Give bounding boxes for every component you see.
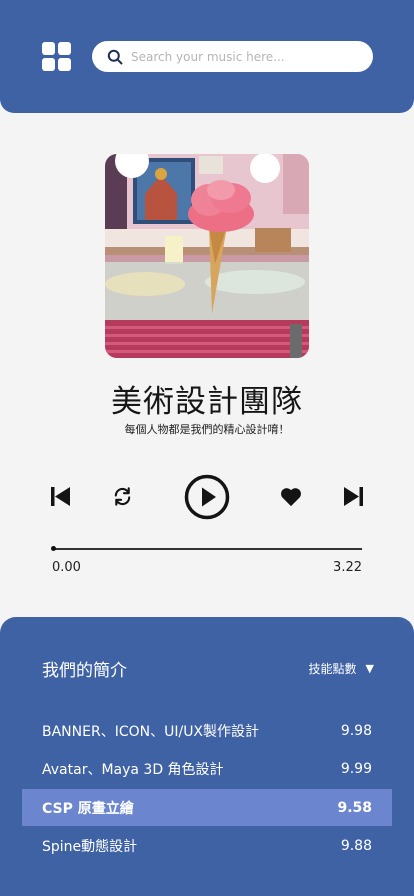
skip-next-icon[interactable]	[343, 487, 363, 506]
progress-handle[interactable]	[51, 546, 56, 551]
progress-bar[interactable]	[53, 548, 362, 550]
skill-score: 9.99	[340, 760, 372, 777]
skill-name: BANNER、ICON、UI/UX製作設計	[42, 723, 260, 740]
play-icon[interactable]	[184, 474, 230, 520]
skill-score: 9.58	[337, 799, 372, 816]
skill-row[interactable]: Spine動態設計 9.88	[22, 827, 392, 864]
current-time: 0.00	[52, 560, 81, 575]
skill-row[interactable]: BANNER、ICON、UI/UX製作設計 9.98	[22, 712, 392, 749]
skill-score: 9.88	[340, 837, 372, 854]
search-bar[interactable]	[92, 41, 373, 72]
skill-row[interactable]: Avatar、Maya 3D 角色設計 9.99	[22, 750, 392, 787]
album-subtitle: 每個人物都是我們的精心設計唷！	[124, 423, 290, 436]
skill-name: Avatar、Maya 3D 角色設計	[42, 761, 224, 778]
search-icon[interactable]	[107, 49, 123, 65]
album-title: 美術設計團隊	[111, 384, 303, 420]
intro-title: 我們的簡介	[42, 661, 127, 681]
heart-icon[interactable]	[280, 487, 302, 507]
skill-row-selected[interactable]: CSP 原畫立繪 9.58	[22, 789, 392, 826]
grid-menu-icon[interactable]	[42, 42, 71, 71]
caret-down-icon: ▼	[365, 662, 374, 675]
skill-name: CSP 原畫立繪	[42, 800, 134, 817]
skill-score: 9.98	[340, 722, 372, 739]
search-input[interactable]	[131, 49, 351, 64]
skill-name: Spine動態設計	[42, 838, 138, 855]
total-time: 3.22	[333, 560, 362, 575]
top-header	[0, 0, 414, 113]
repeat-icon[interactable]	[111, 485, 134, 508]
sort-label: 技能點數	[308, 662, 357, 676]
album-cover-image	[105, 154, 309, 358]
sort-dropdown[interactable]: 技能點數 ▼	[309, 660, 374, 677]
skip-previous-icon[interactable]	[51, 487, 71, 506]
